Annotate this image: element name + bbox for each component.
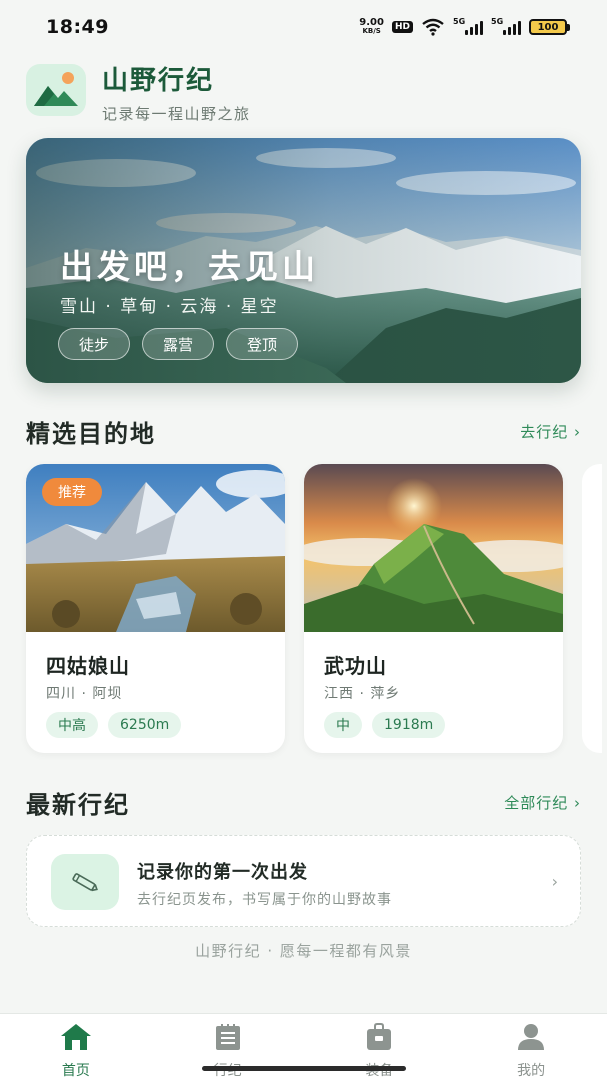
hero-tags: 雪山 · 草甸 · 云海 · 星空 — [60, 297, 279, 317]
signal-1-label: 5G — [453, 17, 466, 26]
featured-title: 精选目的地 — [26, 420, 156, 448]
destination-name: 四姑娘山 — [46, 654, 130, 678]
hero-banner[interactable]: 出发吧，去见山 雪山 · 草甸 · 云海 · 星空 徒步 露营 登顶 — [26, 138, 581, 383]
altitude-chip: 1918m — [372, 712, 446, 738]
backpack-icon — [362, 1022, 396, 1052]
notebook-icon — [211, 1022, 245, 1052]
all-journals-link[interactable]: 全部行纪 › — [504, 792, 581, 813]
user-icon — [514, 1022, 548, 1052]
clock: 18:49 — [46, 16, 109, 38]
journal-card-title: 记录你的第一次出发 — [137, 862, 308, 883]
battery-icon: 100 — [529, 19, 570, 35]
destination-location: 四川 · 阿坝 — [46, 686, 123, 702]
network-speed: 9.00 KB/S — [359, 18, 384, 36]
home-indicator[interactable] — [202, 1066, 406, 1071]
destination-name: 武功山 — [324, 654, 387, 678]
pencil-icon — [51, 854, 119, 910]
first-journal-card[interactable]: 记录你的第一次出发 去行纪页发布，书写属于你的山野故事 › — [26, 835, 581, 927]
nav-home[interactable]: 首页 — [0, 1014, 152, 1080]
home-icon — [59, 1022, 93, 1052]
nav-profile[interactable]: 我的 — [455, 1014, 607, 1080]
latest-section-header: 最新行纪 全部行纪 › — [26, 785, 581, 820]
app-header: 山野行纪 记录每一程山野之旅 — [26, 60, 251, 124]
cellular-signal-2-icon: 5G — [491, 17, 521, 35]
go-journal-link[interactable]: 去行纪 › — [520, 421, 581, 442]
featured-section-header: 精选目的地 去行纪 › — [26, 414, 581, 449]
hero-chips: 徒步 露营 登顶 — [58, 328, 299, 360]
cellular-signal-1-icon: 5G — [453, 17, 483, 35]
journal-card-description: 去行纪页发布，书写属于你的山野故事 — [137, 892, 392, 908]
chip-hiking[interactable]: 徒步 — [58, 328, 131, 360]
difficulty-chip: 中 — [324, 712, 362, 738]
chip-summit[interactable]: 登顶 — [226, 328, 299, 360]
mountain-sun-icon — [26, 64, 86, 116]
chip-camping[interactable]: 露营 — [142, 328, 215, 360]
network-speed-unit: KB/S — [362, 27, 381, 35]
nav-home-label: 首页 — [61, 1063, 90, 1079]
chevron-right-icon: › — [551, 872, 558, 891]
hero-title: 出发吧，去见山 — [60, 247, 319, 286]
app-title: 山野行纪 — [102, 66, 215, 96]
wifi-icon — [422, 18, 444, 36]
battery-level: 100 — [537, 21, 559, 33]
difficulty-chip: 中高 — [46, 712, 98, 738]
recommended-badge: 推荐 — [42, 478, 102, 506]
destination-chips: 中高 6250m — [46, 712, 182, 738]
latest-title: 最新行纪 — [26, 791, 130, 819]
footer-note: 山野行纪 · 愿每一程都有风景 — [195, 942, 412, 960]
next-card-peek[interactable] — [582, 464, 602, 753]
destination-location: 江西 · 萍乡 — [324, 686, 401, 702]
nav-profile-label: 我的 — [517, 1063, 546, 1079]
destination-carousel[interactable]: 推荐 四姑娘山 四川 · 阿坝 中高 6250m 武功山 江西 · 萍乡 中 1… — [26, 464, 607, 754]
altitude-chip: 6250m — [108, 712, 182, 738]
hd-badge: HD — [391, 21, 413, 33]
status-bar: 18:49 9.00 KB/S HD 5G 5G 100 — [0, 0, 607, 54]
app-subtitle: 记录每一程山野之旅 — [102, 105, 251, 123]
signal-2-label: 5G — [491, 17, 504, 26]
status-icons: 9.00 KB/S HD 5G 5G 100 — [359, 17, 570, 36]
wugong-photo — [304, 464, 563, 632]
network-speed-value: 9.00 — [359, 17, 384, 28]
destination-chips: 中 1918m — [324, 712, 446, 738]
destination-card[interactable]: 武功山 江西 · 萍乡 中 1918m — [304, 464, 563, 753]
destination-card[interactable]: 推荐 四姑娘山 四川 · 阿坝 中高 6250m — [26, 464, 285, 753]
